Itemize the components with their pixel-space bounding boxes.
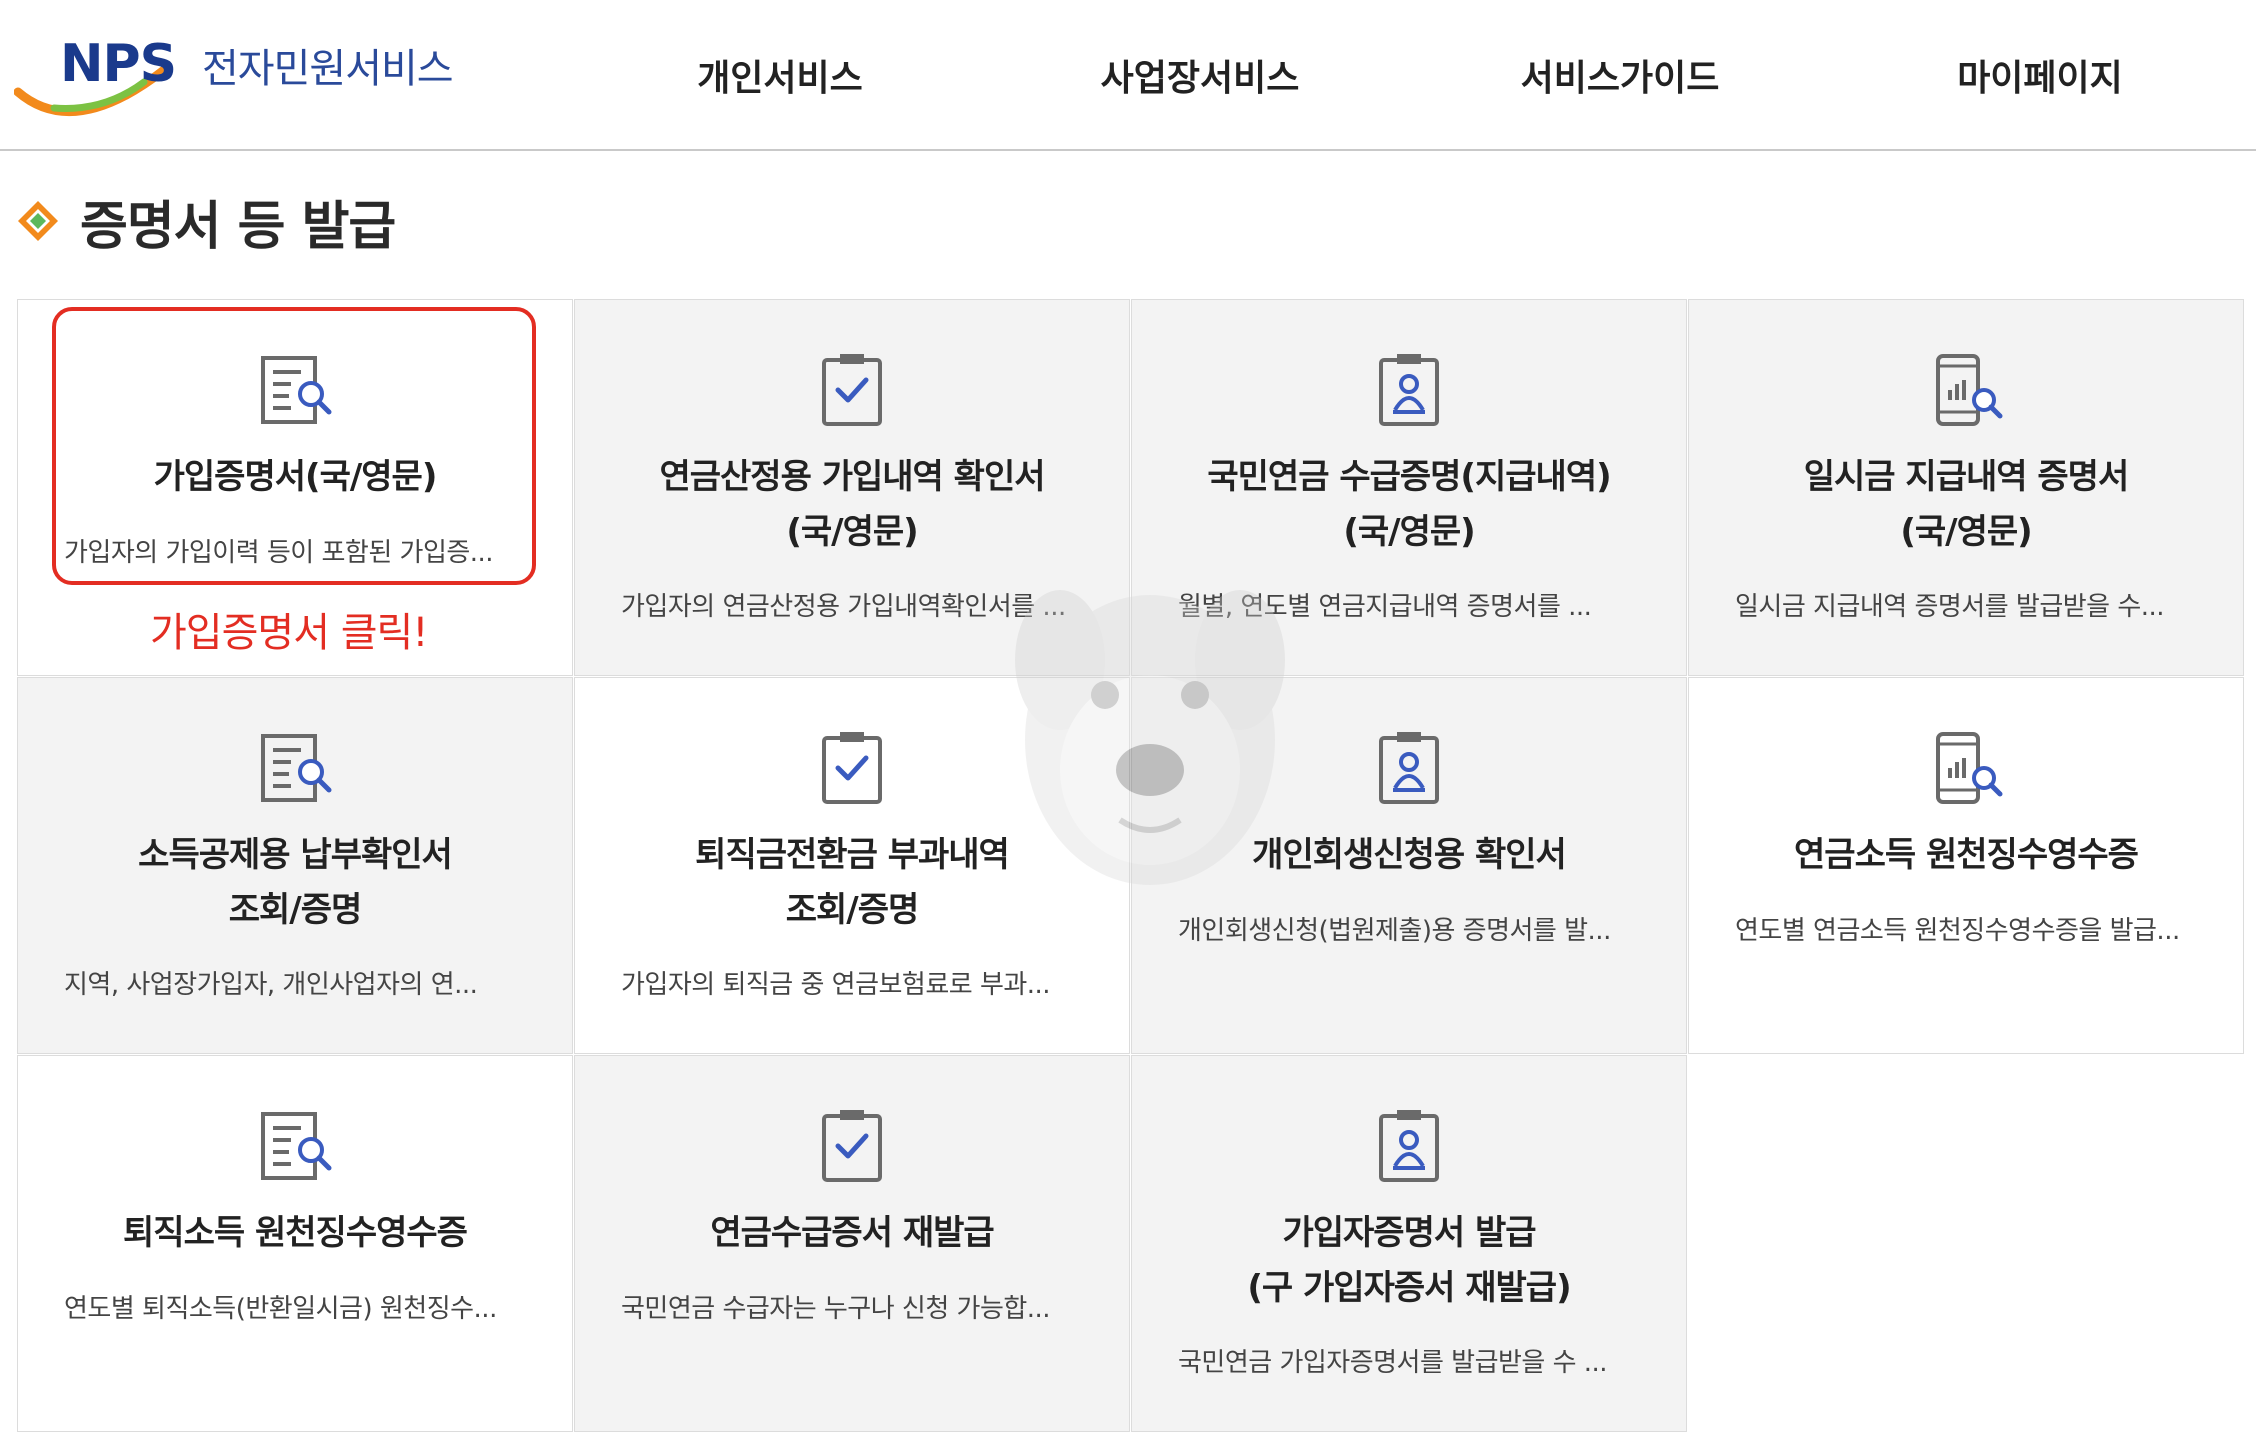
person-card-icon <box>1379 352 1439 426</box>
tile-title-line: (국/영문) <box>1343 512 1475 552</box>
clipboard-check-icon <box>812 728 892 808</box>
tile-pension-income-withholding-receipt[interactable]: 연금소득 원천징수영수증 연도별 연금소득 원천징수영수증을 발급... <box>1688 677 2244 1054</box>
tile-description: 일시금 지급내역 증명서를 발급받을 수... <box>1735 592 2165 622</box>
clipboard-check-icon <box>812 350 892 430</box>
tile-title-line: 국민연금 수급증명(지급내역) <box>1207 457 1611 497</box>
tile-title-line: (국/영문) <box>786 512 918 552</box>
top-header: NPS 전자민원서비스 개인서비스 사업장서비스 서비스가이드 마이페이지 <box>0 0 2256 151</box>
tile-pension-certificate-reissue[interactable]: 연금수급증서 재발급 국민연금 수급자는 누구나 신청 가능합... <box>574 1055 1130 1432</box>
tile-description: 가입자의 연금산정용 가입내역확인서를 ... <box>621 592 1066 622</box>
tile-title-line: 퇴직금전환금 부과내역 <box>695 835 1010 875</box>
tile-description: 국민연금 가입자증명서를 발급받을 수 ... <box>1178 1348 1608 1378</box>
tile-title: 소득공제용 납부확인서 조회/증명 <box>38 828 552 938</box>
phone-chart-search-icon <box>1926 350 2006 430</box>
tile-pension-calculation-confirmation[interactable]: 연금산정용 가입내역 확인서 (국/영문) 가입자의 연금산정용 가입내역확인서… <box>574 299 1130 676</box>
tile-personal-rehabilitation-confirmation[interactable]: 개인회생신청용 확인서 개인회생신청(법원제출)용 증명서를 발... <box>1131 677 1687 1054</box>
page-title-area: 증명서 등 발급 <box>16 186 396 257</box>
tile-description: 월별, 연도별 연금지급내역 증명서를 ... <box>1178 592 1592 622</box>
tile-title-line: 조회/증명 <box>785 890 920 930</box>
tile-title: 퇴직소득 원천징수영수증 <box>38 1206 552 1261</box>
logo-service-name: 전자민원서비스 <box>202 46 454 92</box>
nav-service-guide[interactable]: 서비스가이드 <box>1480 0 1760 149</box>
nps-logo[interactable]: NPS 전자민원서비스 <box>14 30 474 120</box>
nav-business-service[interactable]: 사업장서비스 <box>1060 0 1340 149</box>
document-search-icon <box>255 350 335 430</box>
tile-title-line: 개인회생신청용 확인서 <box>1252 835 1567 875</box>
tile-title: 가입증명서(국/영문) <box>38 450 552 505</box>
tile-description: 연도별 연금소득 원천징수영수증을 발급... <box>1735 916 2180 946</box>
tile-description: 개인회생신청(법원제출)용 증명서를 발... <box>1178 916 1611 946</box>
tile-retirement-income-withholding-receipt[interactable]: 퇴직소득 원천징수영수증 연도별 퇴직소득(반환일시금) 원천징수... <box>17 1055 573 1432</box>
annotation-callout: 가입증명서 클릭! <box>150 610 428 656</box>
tile-title-line: 가입증명서(국/영문) <box>153 457 438 497</box>
page-title: 증명서 등 발급 <box>80 196 396 257</box>
tile-title: 가입자증명서 발급 (구 가입자증서 재발급) <box>1152 1206 1666 1316</box>
tile-title-line: (구 가입자증서 재발급) <box>1247 1268 1571 1308</box>
tile-description: 가입자의 가입이력 등이 포함된 가입증... <box>64 538 494 568</box>
clipboard-check-icon <box>812 1106 892 1186</box>
person-card-icon <box>1379 730 1439 804</box>
tile-description: 국민연금 수급자는 누구나 신청 가능합... <box>621 1294 1051 1324</box>
document-search-icon <box>255 728 335 808</box>
tile-title-line: 연금산정용 가입내역 확인서 <box>659 457 1045 497</box>
tile-description: 연도별 퇴직소득(반환일시금) 원천징수... <box>64 1294 497 1324</box>
tile-title-line: 소득공제용 납부확인서 <box>138 835 453 875</box>
tile-title: 국민연금 수급증명(지급내역) (국/영문) <box>1152 450 1666 560</box>
tile-title: 개인회생신청용 확인서 <box>1152 828 1666 883</box>
logo-abbr: NPS <box>60 34 177 94</box>
tile-title: 연금수급증서 재발급 <box>595 1206 1109 1261</box>
tile-title: 퇴직금전환금 부과내역 조회/증명 <box>595 828 1109 938</box>
tile-title-line: 연금수급증서 재발급 <box>710 1213 994 1253</box>
tile-description: 지역, 사업장가입자, 개인사업자의 연... <box>64 970 478 1000</box>
nav-my-page[interactable]: 마이페이지 <box>1900 0 2180 149</box>
tile-title: 연금산정용 가입내역 확인서 (국/영문) <box>595 450 1109 560</box>
tile-title-line: 연금소득 원천징수영수증 <box>1794 835 2139 875</box>
tile-title-line: 가입자증명서 발급 <box>1282 1213 1536 1253</box>
tile-title-line: 일시금 지급내역 증명서 <box>1803 457 2129 497</box>
tile-description: 가입자의 퇴직금 중 연금보험료로 부과... <box>621 970 1051 1000</box>
certificate-grid: 가입증명서(국/영문) 가입자의 가입이력 등이 포함된 가입증... 연금산정… <box>17 299 2247 1435</box>
tile-subscriber-certificate-issue[interactable]: 가입자증명서 발급 (구 가입자증서 재발급) 국민연금 가입자증명서를 발급받… <box>1131 1055 1687 1432</box>
diamond-bullet-icon <box>18 201 58 241</box>
tile-severance-conversion-levy[interactable]: 퇴직금전환금 부과내역 조회/증명 가입자의 퇴직금 중 연금보험료로 부과..… <box>574 677 1130 1054</box>
tile-title-line: 조회/증명 <box>228 890 363 930</box>
phone-chart-search-icon <box>1926 728 2006 808</box>
tile-title: 일시금 지급내역 증명서 (국/영문) <box>1709 450 2223 560</box>
tile-income-deduction-payment-confirmation[interactable]: 소득공제용 납부확인서 조회/증명 지역, 사업장가입자, 개인사업자의 연..… <box>17 677 573 1054</box>
tile-title: 연금소득 원천징수영수증 <box>1709 828 2223 883</box>
tile-lump-sum-payment-certificate[interactable]: 일시금 지급내역 증명서 (국/영문) 일시금 지급내역 증명서를 발급받을 수… <box>1688 299 2244 676</box>
person-card-icon <box>1379 1108 1439 1182</box>
nav-personal-service[interactable]: 개인서비스 <box>640 0 920 149</box>
tile-pension-receipt-certificate[interactable]: 국민연금 수급증명(지급내역) (국/영문) 월별, 연도별 연금지급내역 증명… <box>1131 299 1687 676</box>
tile-title-line: 퇴직소득 원천징수영수증 <box>123 1213 468 1253</box>
document-search-icon <box>255 1106 335 1186</box>
tile-title-line: (국/영문) <box>1900 512 2032 552</box>
